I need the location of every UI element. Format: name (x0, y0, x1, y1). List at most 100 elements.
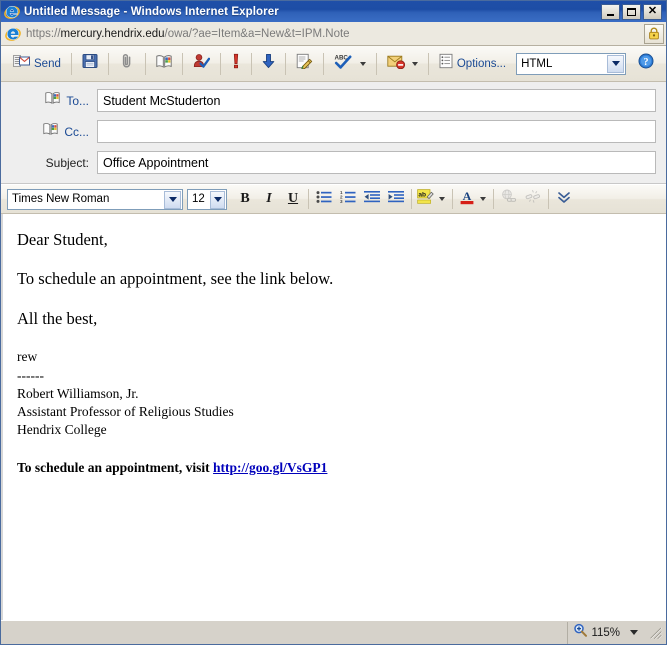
help-question-icon: ? (638, 53, 654, 74)
to-label-box[interactable]: To... (11, 91, 97, 110)
cc-label[interactable]: Cc... (64, 125, 89, 139)
underline-label: U (287, 191, 299, 206)
check-names-button[interactable] (187, 50, 216, 78)
toolbar-separator (219, 52, 221, 75)
subject-label: Subject: (45, 155, 89, 170)
font-size-value: 12 (192, 193, 205, 205)
svg-text:ab: ab (418, 191, 426, 198)
url-scheme: https:// (26, 27, 61, 40)
italic-button[interactable]: I (257, 187, 281, 211)
appointment-link[interactable]: http://goo.gl/VsGP1 (213, 460, 327, 475)
font-color-button[interactable]: A (456, 187, 477, 211)
chevron-down-icon[interactable] (607, 54, 625, 73)
bullet-list-button[interactable] (312, 187, 336, 211)
insert-link-button[interactable] (497, 187, 521, 211)
bold-label: B (240, 191, 250, 206)
svg-text:?: ? (644, 57, 649, 68)
maximize-button[interactable] (622, 3, 641, 20)
send-envelope-icon (13, 54, 30, 73)
zoom-control[interactable]: 115% (567, 621, 646, 644)
address-bar[interactable]: https://mercury.hendrix.edu/owa/?ae=Item… (1, 22, 666, 46)
toolbar-separator (322, 52, 324, 75)
to-input[interactable]: Student McStuderton (97, 89, 656, 112)
numbered-list-button[interactable]: 1 2 3 (336, 187, 360, 211)
close-button[interactable]: ✕ (643, 3, 662, 20)
chevron-down-icon[interactable] (164, 190, 181, 209)
subject-label-box: Subject: (11, 156, 97, 170)
font-color-a-icon: A (459, 189, 475, 210)
decrease-indent-button[interactable] (360, 187, 384, 211)
font-family-select[interactable]: Times New Roman (7, 188, 183, 210)
toolbar-separator (375, 52, 377, 75)
envelope-block-icon (387, 54, 405, 74)
options-button[interactable]: Options... (433, 50, 512, 78)
signature-nickname: rew (17, 349, 38, 365)
bold-button[interactable]: B (233, 187, 257, 211)
address-book-icon[interactable] (45, 91, 60, 110)
address-book-button[interactable] (150, 50, 178, 78)
toolbar-separator (427, 52, 429, 75)
message-body-editor[interactable]: Dear Student, To schedule an appointment… (1, 214, 666, 620)
underline-button[interactable]: U (281, 187, 305, 211)
address-url[interactable]: https://mercury.hendrix.edu/owa/?ae=Item… (26, 28, 644, 40)
url-path: /owa/?ae=Item&a=New&t=IPM.Note (164, 27, 350, 40)
options-label: Options... (456, 57, 507, 70)
signature-name: Robert Williamson, Jr. (17, 385, 139, 401)
magnifier-plus-icon (573, 623, 588, 642)
minimize-button[interactable] (601, 3, 620, 20)
increase-indent-button[interactable] (384, 187, 408, 211)
lock-icon[interactable] (644, 23, 664, 44)
font-size-select[interactable]: 12 (187, 188, 227, 210)
toolbar-separator (250, 52, 252, 75)
body-greeting: Dear Student, (17, 230, 108, 249)
save-button[interactable] (76, 50, 104, 78)
font-family-value: Times New Roman (12, 193, 110, 205)
signature-button[interactable] (290, 50, 319, 78)
browser-window-root: Untitled Message - Windows Internet Expl… (0, 0, 667, 645)
attach-button[interactable] (113, 50, 141, 78)
subject-input[interactable]: Office Appointment (97, 151, 656, 174)
chevron-down-icon[interactable] (630, 630, 638, 635)
help-button[interactable]: ? (632, 50, 660, 78)
address-book-icon[interactable] (43, 122, 58, 141)
chevron-down-icon (438, 197, 445, 201)
high-importance-button[interactable] (225, 50, 247, 78)
exclamation-icon (231, 53, 241, 74)
subject-row: Subject: Office Appointment (11, 150, 656, 175)
message-format-select[interactable]: HTML (516, 52, 627, 75)
globe-link-icon (501, 189, 518, 209)
highlight-color-button[interactable]: ab (415, 187, 436, 211)
ie-logo-icon (4, 4, 20, 20)
cc-label-box[interactable]: Cc... (11, 122, 97, 141)
message-format-value: HTML (521, 57, 553, 70)
font-color-dropdown[interactable] (477, 187, 490, 211)
resize-grip-icon[interactable] (648, 625, 664, 641)
status-bar: 115% (1, 620, 666, 644)
call-to-action-line: To schedule an appointment, visit http:/… (17, 460, 652, 476)
down-arrow-icon (262, 53, 275, 74)
remove-link-button[interactable] (521, 187, 545, 211)
message-flag-dropdown[interactable] (407, 50, 424, 78)
message-flag-button[interactable] (381, 50, 407, 78)
double-chevron-down-icon (557, 190, 571, 209)
highlight-color-dropdown[interactable] (436, 187, 449, 211)
spellcheck-button[interactable]: ABC (328, 50, 355, 78)
format-separator (308, 189, 309, 209)
ie-logo-icon (5, 26, 21, 42)
chevron-down-icon[interactable] (210, 190, 225, 209)
options-page-icon (439, 53, 453, 74)
cc-input[interactable] (97, 120, 656, 143)
message-headers: To... Student McStuderton Cc... Subject:… (1, 82, 666, 184)
send-label: Send (34, 57, 61, 70)
body-closing: All the best, (17, 308, 98, 328)
more-formatting-button[interactable] (552, 187, 576, 211)
to-label[interactable]: To... (66, 94, 89, 108)
toolbar-separator (107, 52, 109, 75)
check-names-icon (193, 53, 211, 74)
title-bar: Untitled Message - Windows Internet Expl… (1, 1, 666, 22)
spellcheck-dropdown[interactable] (355, 50, 372, 78)
toolbar-separator (70, 52, 72, 75)
cta-prefix: To schedule an appointment, visit (17, 459, 214, 475)
send-button[interactable]: Send (7, 50, 67, 78)
low-importance-button[interactable] (256, 50, 281, 78)
